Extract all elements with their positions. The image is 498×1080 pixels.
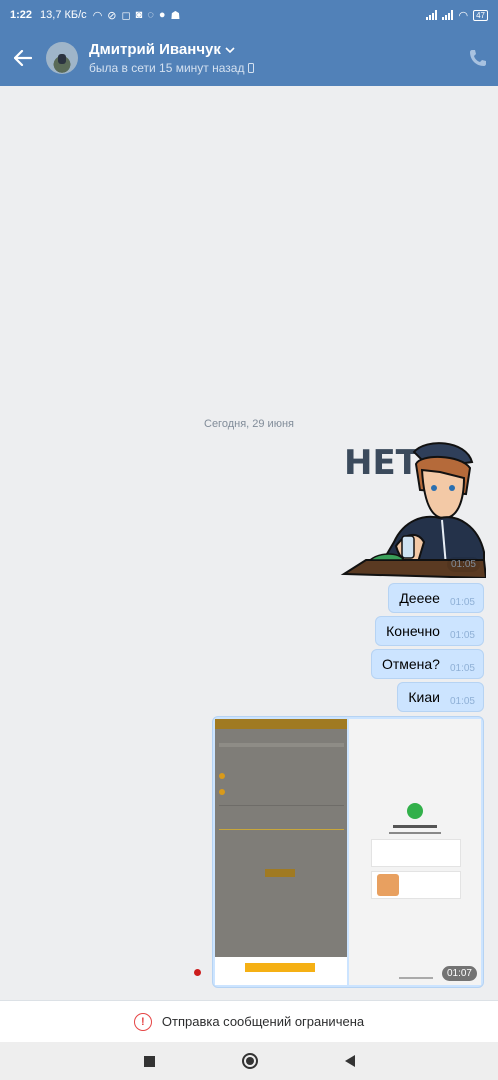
attached-screenshot-2[interactable] <box>349 719 481 985</box>
status-time: 1:22 <box>10 9 33 21</box>
message-bubble[interactable]: Конечно 01:05 <box>375 616 484 646</box>
message-bubble[interactable]: Отмена? 01:05 <box>370 649 484 679</box>
contact-name: Дмитрий Иванчук <box>89 41 221 58</box>
instagram-icon: ◻ <box>121 9 131 22</box>
back-button[interactable] <box>0 30 46 86</box>
mobile-icon <box>248 63 255 73</box>
mute-icon: ⊘ <box>107 9 117 22</box>
home-button[interactable] <box>241 1053 258 1069</box>
home-icon <box>245 1057 254 1065</box>
battery-icon: 47 <box>473 9 488 21</box>
recent-apps-button[interactable] <box>143 1055 155 1067</box>
message-bubble[interactable]: Дееее 01:05 <box>388 583 484 613</box>
messaging-restricted-bar: ! Отправка сообщений ограничена <box>0 1000 498 1042</box>
notification-icons: ◠ ⊘ ◻ ◙ ◌ ● ☗ <box>93 9 181 22</box>
message-time: 01:05 <box>449 662 475 674</box>
photo-message[interactable]: 01:07 <box>212 716 484 988</box>
message-text: Отмена? <box>381 656 440 672</box>
vk-icon: ◙ <box>135 8 143 21</box>
message-text: Дееее <box>399 590 440 606</box>
chevron-down-icon <box>225 46 235 53</box>
undelivered-indicator[interactable] <box>194 969 201 976</box>
contact-status: была в сети 15 минут назад <box>89 61 245 75</box>
status-bar: 1:22 13,7 КБ/с ◠ ⊘ ◻ ◙ ◌ ● ☗ ◠ 47 <box>0 0 498 30</box>
search-icon: ◌ <box>147 8 154 21</box>
contact-info[interactable]: Дмитрий Иванчук была в сети 15 минут наз… <box>89 41 255 75</box>
arrow-left-icon <box>14 50 32 66</box>
headphones-icon: ◠ <box>92 9 103 22</box>
system-navigation-bar <box>0 1042 498 1080</box>
message-text: Киаи <box>408 689 440 705</box>
message-time: 01:05 <box>449 596 475 608</box>
date-separator: Сегодня, 29 июня <box>204 418 294 430</box>
wifi-icon: ◠ <box>458 9 469 22</box>
phone-call-icon[interactable] <box>468 48 488 68</box>
chat-icon: ● <box>158 8 166 21</box>
photo-time: 01:07 <box>441 966 477 981</box>
message-time: 01:05 <box>449 629 475 641</box>
chat-header: Дмитрий Иванчук была в сети 15 минут наз… <box>0 30 498 86</box>
network-speed: 13,7 КБ/с <box>40 9 87 21</box>
android-icon: ☗ <box>170 9 181 22</box>
system-back-button[interactable] <box>344 1055 355 1067</box>
restriction-text: Отправка сообщений ограничена <box>161 1014 365 1029</box>
sticker-message[interactable]: НЕТ. 01:05 <box>340 434 488 580</box>
message-bubble[interactable]: Киаи 01:05 <box>397 682 484 712</box>
attached-screenshot-1[interactable] <box>215 719 347 985</box>
warning-icon: ! <box>133 1012 152 1031</box>
avatar[interactable] <box>46 42 78 74</box>
signal-icon <box>426 10 438 20</box>
message-time: 01:05 <box>449 695 475 707</box>
signal-icon-2 <box>442 10 454 20</box>
sticker-time: 01:05 <box>446 557 480 572</box>
message-text: Конечно <box>386 623 440 639</box>
